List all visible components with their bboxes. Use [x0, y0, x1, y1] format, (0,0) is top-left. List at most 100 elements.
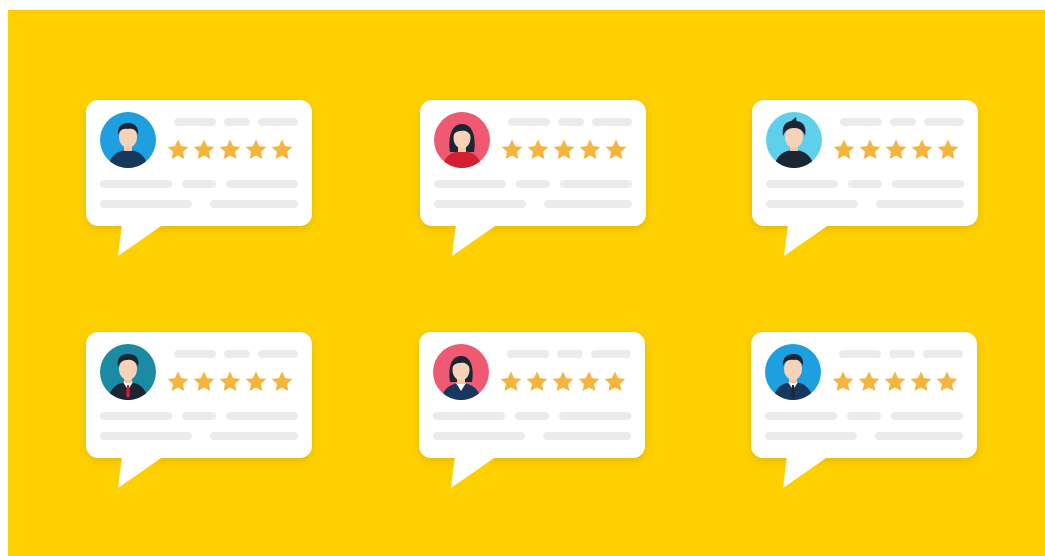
placeholder-line: [515, 412, 549, 420]
placeholder-line: [543, 432, 631, 440]
star-icon: [553, 139, 575, 159]
placeholder-line: [100, 180, 172, 188]
speech-bubble-tail: [783, 456, 829, 488]
placeholder-line: [224, 118, 250, 126]
star-icon: [579, 139, 601, 159]
placeholder-line: [559, 412, 631, 420]
placeholder-line: [516, 180, 550, 188]
placeholder-line: [100, 200, 192, 208]
star-icon: [832, 371, 854, 391]
review-card: [420, 100, 646, 256]
placeholder-line: [890, 118, 916, 126]
placeholder-line: [174, 118, 216, 126]
review-card: [86, 100, 312, 256]
placeholder-line: [876, 200, 964, 208]
placeholder-line: [434, 180, 506, 188]
star-icon: [501, 139, 523, 159]
placeholder-line: [847, 412, 881, 420]
businessman-user-icon: [100, 344, 156, 400]
star-icon: [219, 371, 241, 391]
star-icon: [167, 139, 189, 159]
star-icon: [219, 139, 241, 159]
star-rating: [499, 370, 627, 398]
placeholder-line: [210, 432, 298, 440]
placeholder-line: [592, 118, 632, 126]
star-icon: [167, 371, 189, 391]
star-icon: [500, 371, 522, 391]
speech-bubble-tail: [451, 456, 497, 488]
star-icon: [911, 139, 933, 159]
star-icon: [885, 139, 907, 159]
star-icon: [245, 371, 267, 391]
placeholder-line: [433, 432, 525, 440]
speech-bubble-tail: [452, 224, 498, 256]
placeholder-line: [100, 432, 192, 440]
star-icon: [858, 371, 880, 391]
placeholder-line: [766, 200, 858, 208]
placeholder-line: [182, 180, 216, 188]
placeholder-line: [839, 350, 881, 358]
placeholder-line: [224, 350, 250, 358]
placeholder-line: [560, 180, 632, 188]
star-icon: [884, 371, 906, 391]
review-card: [751, 332, 977, 488]
star-rating: [500, 138, 628, 166]
placeholder-line: [100, 412, 172, 420]
placeholder-line: [258, 350, 298, 358]
star-icon: [936, 371, 958, 391]
star-icon: [604, 371, 626, 391]
placeholder-line: [226, 412, 298, 420]
speech-bubble-tail: [118, 456, 164, 488]
placeholder-line: [924, 118, 964, 126]
placeholder-line: [848, 180, 882, 188]
star-icon: [910, 371, 932, 391]
male-user-icon: [766, 112, 822, 168]
placeholder-line: [433, 412, 505, 420]
placeholder-line: [507, 350, 549, 358]
speech-bubble-tail: [784, 224, 830, 256]
placeholder-line: [226, 180, 298, 188]
star-icon: [271, 139, 293, 159]
star-icon: [859, 139, 881, 159]
star-icon: [193, 371, 215, 391]
placeholder-line: [557, 350, 583, 358]
star-icon: [833, 139, 855, 159]
placeholder-line: [182, 412, 216, 420]
star-icon: [552, 371, 574, 391]
star-icon: [245, 139, 267, 159]
businesswoman-user-icon: [433, 344, 489, 400]
star-icon: [271, 371, 293, 391]
placeholder-line: [875, 432, 963, 440]
star-rating: [831, 370, 959, 398]
speech-bubble-tail: [118, 224, 164, 256]
placeholder-line: [174, 350, 216, 358]
placeholder-line: [591, 350, 631, 358]
placeholder-line: [840, 118, 882, 126]
placeholder-line: [891, 412, 963, 420]
businessman-user-icon: [765, 344, 821, 400]
star-icon: [526, 371, 548, 391]
review-card: [86, 332, 312, 488]
star-rating: [832, 138, 960, 166]
placeholder-line: [544, 200, 632, 208]
review-card: [752, 100, 978, 256]
star-icon: [193, 139, 215, 159]
male-user-icon: [100, 112, 156, 168]
placeholder-line: [892, 180, 964, 188]
review-banner: [8, 10, 1045, 556]
placeholder-line: [210, 200, 298, 208]
star-rating: [166, 138, 294, 166]
placeholder-line: [434, 200, 526, 208]
placeholder-line: [508, 118, 550, 126]
placeholder-line: [766, 180, 838, 188]
star-icon: [605, 139, 627, 159]
placeholder-line: [558, 118, 584, 126]
female-user-icon: [434, 112, 490, 168]
placeholder-line: [923, 350, 963, 358]
placeholder-line: [889, 350, 915, 358]
star-icon: [578, 371, 600, 391]
placeholder-line: [765, 412, 837, 420]
placeholder-line: [258, 118, 298, 126]
star-icon: [937, 139, 959, 159]
star-icon: [527, 139, 549, 159]
